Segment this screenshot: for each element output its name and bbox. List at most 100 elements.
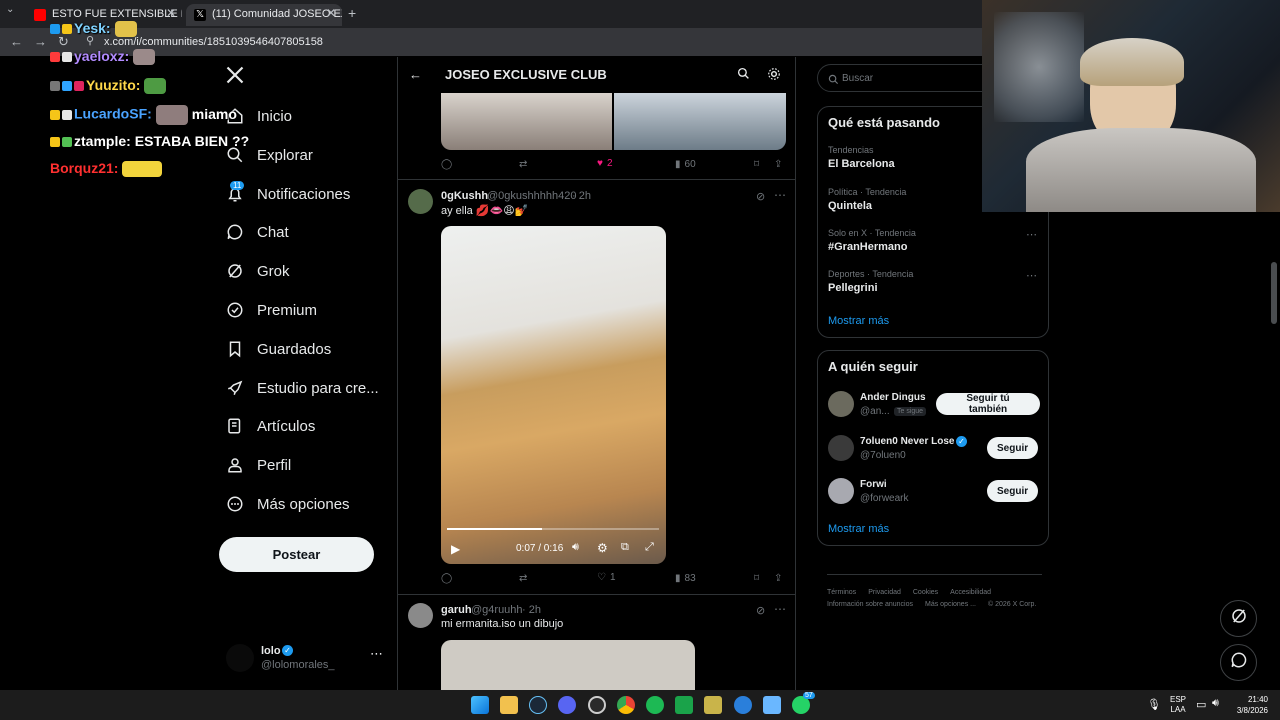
- footer-link[interactable]: Accesibilidad: [950, 589, 991, 596]
- footer-link[interactable]: Información sobre anuncios: [827, 601, 913, 608]
- discord-icon[interactable]: [558, 696, 576, 714]
- tweet-media-left[interactable]: [441, 93, 612, 150]
- footer-link[interactable]: Cookies: [913, 589, 938, 596]
- sidebar-item-guardados[interactable]: Guardados: [226, 333, 331, 365]
- follow-button[interactable]: Seguir: [987, 437, 1039, 459]
- show-more-follow-link[interactable]: Mostrar más: [828, 523, 889, 535]
- trend-item[interactable]: Deportes · Tendencia Pellegrini: [828, 269, 913, 294]
- reply-action[interactable]: ◯: [441, 573, 452, 584]
- back-arrow-icon[interactable]: ←: [409, 67, 422, 82]
- sidebar-item-mas-opciones[interactable]: Más opciones: [226, 488, 350, 520]
- show-more-trends-link[interactable]: Mostrar más: [828, 315, 889, 327]
- post-button[interactable]: Postear: [219, 537, 374, 572]
- app-gallery-icon[interactable]: [704, 696, 722, 714]
- new-tab-icon[interactable]: +: [348, 5, 356, 21]
- file-explorer-icon[interactable]: [500, 696, 518, 714]
- settings-icon[interactable]: ⚙: [597, 541, 608, 555]
- ccleaner-icon[interactable]: [734, 696, 752, 714]
- follow-button[interactable]: Seguir: [987, 480, 1039, 502]
- tweet-video[interactable]: ▶ 0:07 / 0:16 🔊︎ ⚙ ⧉ ⤢: [441, 226, 666, 564]
- avatar[interactable]: [828, 478, 854, 504]
- steam-icon[interactable]: [529, 696, 547, 714]
- tweet-author-handle[interactable]: @g4ruuhh: [471, 604, 523, 616]
- volume-icon[interactable]: 🔊︎: [1212, 697, 1219, 710]
- grok-float-button[interactable]: [1220, 600, 1257, 637]
- picture-in-picture-icon[interactable]: ⧉: [621, 541, 629, 554]
- follow-suggestion[interactable]: Ander Dingus @an... Te sigue Seguir tú t…: [828, 390, 1040, 420]
- windows-start-icon[interactable]: [471, 696, 489, 714]
- sidebar-item-grok[interactable]: Grok: [226, 255, 290, 287]
- reply-action[interactable]: ◯: [441, 159, 452, 170]
- close-tab-icon[interactable]: ✕: [326, 6, 336, 20]
- app-green-icon[interactable]: [675, 696, 693, 714]
- more-icon[interactable]: ⋯: [774, 602, 786, 616]
- more-icon[interactable]: ⋯: [774, 188, 786, 202]
- like-action[interactable]: ♥ 2: [597, 158, 613, 169]
- chrome-icon[interactable]: [617, 696, 635, 714]
- microphone-icon[interactable]: 🎙︎: [1147, 698, 1161, 711]
- notepad-icon[interactable]: [763, 696, 781, 714]
- tweet-media-right[interactable]: [614, 93, 786, 150]
- sidebar-item-estudio[interactable]: Estudio para cre...: [226, 372, 379, 404]
- play-icon[interactable]: ▶: [451, 542, 460, 556]
- avatar[interactable]: [828, 391, 854, 417]
- follow-suggestion[interactable]: 7oluen0 Never Lose ✓ @7oluen0 Seguir: [828, 434, 1040, 464]
- browser-tab-x[interactable]: 𝕏 (11) Comunidad JOSEO EXC ✕: [186, 4, 342, 26]
- trend-item[interactable]: Solo en X · Tendencia #GranHermano: [828, 228, 916, 253]
- sidebar-item-articulos[interactable]: Artículos: [226, 410, 315, 442]
- search-input[interactable]: Buscar: [842, 73, 873, 84]
- tweet-time[interactable]: · 2h: [572, 190, 591, 202]
- forward-icon[interactable]: →: [34, 34, 47, 49]
- views-action[interactable]: ▮ 83: [675, 573, 696, 584]
- tweet-time[interactable]: · 2h: [522, 604, 541, 616]
- trend-item[interactable]: Tendencias El Barcelona: [828, 145, 895, 170]
- like-action[interactable]: ♡ 1: [597, 572, 616, 583]
- bookmark-action[interactable]: ⌑: [754, 573, 759, 584]
- bookmark-action[interactable]: ⌑: [754, 159, 759, 170]
- sidebar-item-perfil[interactable]: Perfil: [226, 449, 291, 481]
- trend-more-icon[interactable]: ⋯: [1026, 269, 1037, 282]
- tweet-image[interactable]: [441, 640, 695, 690]
- tweet-author-name[interactable]: garuh: [441, 604, 472, 616]
- footer-link[interactable]: Más opciones ...: [925, 601, 976, 608]
- footer-link[interactable]: Términos: [827, 589, 856, 596]
- obs-icon[interactable]: [588, 696, 606, 714]
- share-action[interactable]: ⇪: [774, 573, 782, 584]
- follow-back-button[interactable]: Seguir tú también: [936, 393, 1040, 415]
- avatar[interactable]: [408, 189, 433, 214]
- close-tab-icon[interactable]: ✕: [166, 6, 176, 20]
- messages-float-button[interactable]: [1220, 644, 1257, 681]
- tweet-author-name[interactable]: 0gKushh: [441, 190, 488, 202]
- gear-icon[interactable]: [767, 67, 781, 86]
- url-field[interactable]: x.com/i/communities/1851039546407805158: [104, 36, 323, 48]
- account-switcher[interactable]: lolo ✓ @lolomorales_ ⋯: [226, 642, 386, 676]
- retweet-action[interactable]: ⇄: [519, 573, 527, 584]
- trend-more-icon[interactable]: ⋯: [1026, 228, 1037, 241]
- more-icon[interactable]: ⋯: [370, 646, 383, 662]
- footer-link[interactable]: Privacidad: [868, 589, 901, 596]
- sidebar-item-notificaciones[interactable]: 11 Notificaciones: [226, 178, 350, 210]
- tab-list-button[interactable]: ⌄: [6, 4, 14, 15]
- grok-icon[interactable]: ⊘: [756, 604, 765, 617]
- volume-icon[interactable]: 🔊︎: [572, 541, 579, 554]
- follow-suggestion[interactable]: Forwi @forweark Seguir: [828, 477, 1040, 507]
- views-action[interactable]: ▮ 60: [675, 159, 696, 170]
- avatar[interactable]: [828, 435, 854, 461]
- video-progress-track[interactable]: [447, 528, 659, 530]
- clock[interactable]: 21:40 3/8/2026: [1232, 694, 1268, 716]
- grok-icon[interactable]: ⊘: [756, 190, 765, 203]
- sidebar-item-premium[interactable]: Premium: [226, 294, 317, 326]
- language-indicator[interactable]: ESP LAA: [1170, 695, 1186, 715]
- tweet-author-handle[interactable]: @0gkushhhhh420: [487, 190, 576, 202]
- spotify-icon[interactable]: [646, 696, 664, 714]
- sidebar-item-chat[interactable]: Chat: [226, 216, 289, 248]
- avatar[interactable]: [408, 603, 433, 628]
- search-icon[interactable]: [737, 67, 750, 85]
- fullscreen-icon[interactable]: ⤢: [645, 541, 654, 554]
- share-action[interactable]: ⇪: [774, 159, 782, 170]
- back-icon[interactable]: ←: [10, 34, 23, 49]
- page-scrollbar[interactable]: [1271, 262, 1277, 324]
- network-icon[interactable]: ▭: [1196, 698, 1206, 711]
- x-logo[interactable]: [225, 64, 245, 92]
- trend-item[interactable]: Política · Tendencia Quintela: [828, 187, 906, 212]
